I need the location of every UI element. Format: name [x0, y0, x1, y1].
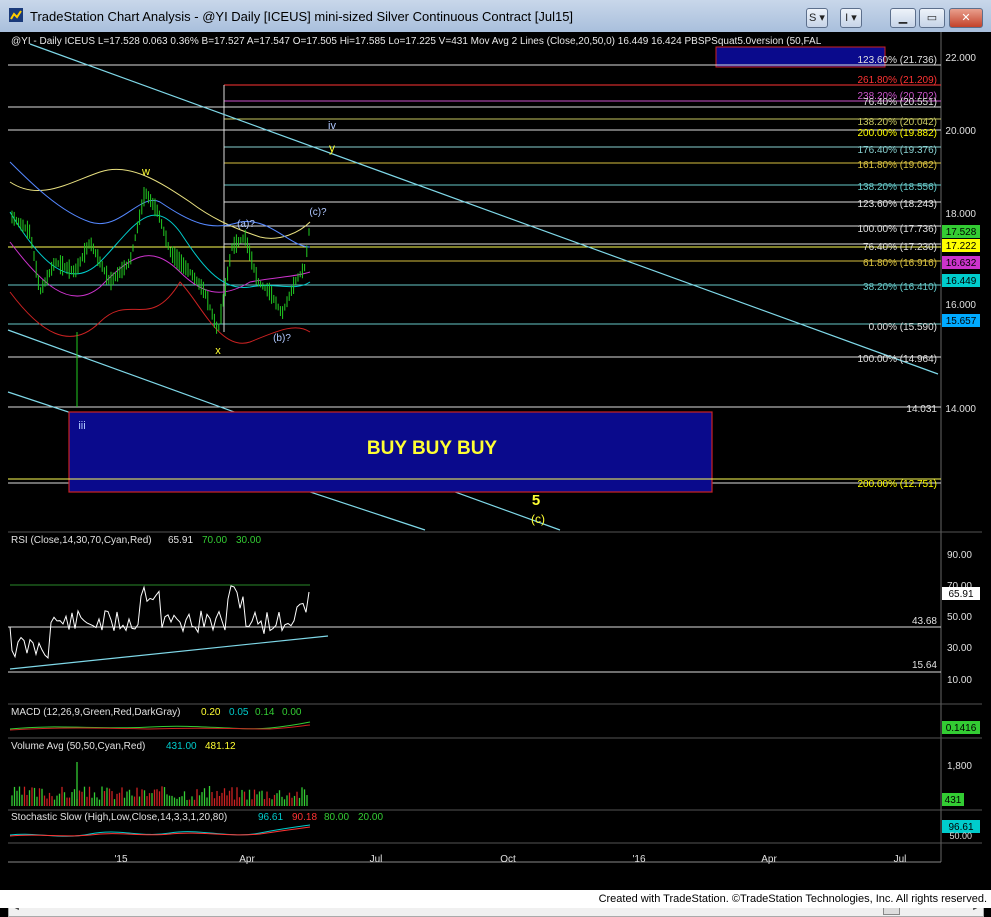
fib-label: 123.60% (21.736) [857, 55, 937, 66]
buy-zone-label: BUY BUY BUY [367, 438, 498, 459]
indicator-button-label: I [845, 12, 849, 24]
rsi-line [9, 585, 310, 659]
wave-label-b: (b)? [273, 333, 291, 344]
macd-header: MACD (12,26,9,Green,Red,DarkGray) [11, 707, 181, 718]
footer: Created with TradeStation. ©TradeStation… [0, 890, 991, 908]
stochastic-v3: 80.00 [324, 812, 349, 823]
volume-value-tag-text: 431 [945, 795, 962, 806]
fib-label: 100.00% (17.736) [857, 224, 937, 235]
maximize-button[interactable]: ▭ [919, 8, 945, 28]
fib-label: 61.80% (16.916) [863, 258, 937, 269]
minimize-button[interactable]: ▁ [890, 8, 916, 28]
stochastic-axis: 50.00 [949, 831, 972, 841]
date-axis-apr: Apr [239, 854, 255, 865]
rsi-header: RSI (Close,14,30,70,Cyan,Red) [11, 535, 152, 546]
indicator-button[interactable]: I ▾ [840, 8, 862, 28]
price-axis-14: 14.000 [945, 404, 976, 415]
volume-v1: 431.00 [166, 741, 197, 752]
fib-label: 76.40% (20.551) [863, 97, 937, 108]
date-axis-15: '15 [114, 854, 127, 865]
fib-label: 14.031 [906, 404, 937, 415]
fib-label: 200.00% (12.751) [857, 479, 937, 490]
price-tag-text: 16.632 [946, 258, 977, 269]
fib-label: 176.40% (19.376) [857, 145, 937, 156]
price-bars [11, 186, 310, 407]
rsi-axis-10: 10.00 [947, 675, 972, 686]
price-axis-18: 18.000 [945, 209, 976, 220]
chart-canvas[interactable]: @YI - Daily ICEUS L=17.528 0.063 0.36% B… [0, 32, 991, 890]
price-axis-16: 16.000 [945, 300, 976, 311]
window-titlebar: TradeStation Chart Analysis - @YI Daily … [0, 0, 991, 33]
upper-band [9, 161, 311, 248]
fib-labels: 123.60% (21.736)261.80% (21.209)238.20% … [857, 55, 937, 490]
volume-axis: 1,800 [947, 761, 972, 772]
date-axis-apr-2: Apr [761, 854, 777, 865]
window-title: TradeStation Chart Analysis - @YI Daily … [30, 9, 574, 24]
wave-label-iv: iv [328, 120, 336, 132]
volume-v2: 481.12 [205, 741, 236, 752]
strategy-button-label: S [809, 12, 817, 24]
close-button[interactable]: ✕ [949, 8, 983, 28]
fib-label: 100.00% (14.964) [857, 354, 937, 365]
chart-area[interactable]: @YI - Daily ICEUS L=17.528 0.063 0.36% B… [0, 32, 991, 917]
rsi-value: 65.91 [168, 535, 193, 546]
fib-label: 138.20% (18.556) [857, 182, 937, 193]
date-axis-16: '16 [632, 854, 645, 865]
rsi-value-tag-text: 65.91 [948, 589, 973, 600]
macd-v1: 0.20 [201, 707, 221, 718]
price-axis-22: 22.000 [945, 53, 976, 64]
strategy-button[interactable]: S ▾ [806, 8, 828, 28]
wave-label-c: (c)? [309, 207, 327, 218]
rsi-axis-50: 50.00 [947, 612, 972, 623]
rsi-lower: 30.00 [236, 535, 261, 546]
date-axis-jul-2: Jul [894, 854, 907, 865]
stochastic-v4: 20.00 [358, 812, 383, 823]
rsi-axis-30: 30.00 [947, 643, 972, 654]
price-tag-text: 16.449 [946, 276, 977, 287]
price-tag-text: 17.528 [946, 227, 977, 238]
price-tags: 17.528 17.222 16.632 16.449 15.657 [942, 225, 980, 327]
moving-average-50 [9, 168, 311, 239]
fib-label: 123.60% (18.243) [857, 199, 937, 210]
wave-label-a: (a)? [237, 219, 255, 230]
fib-label: 261.80% (21.209) [857, 75, 937, 86]
fib-label: 138.20% (20.042) [857, 117, 937, 128]
rsi-trendline [9, 635, 329, 670]
lower-band [9, 281, 311, 344]
volume-bars [11, 762, 308, 806]
moving-average-20 [9, 211, 311, 289]
footer-copyright: Created with TradeStation. ©TradeStation… [598, 893, 987, 905]
rsi-line-b-label: 15.64 [912, 660, 937, 671]
wave-label-w: w [141, 166, 150, 178]
volume-header: Volume Avg (50,50,Cyan,Red) [11, 741, 145, 752]
rsi-upper: 70.00 [202, 535, 227, 546]
fib-label: 200.00% (19.882) [857, 128, 937, 139]
fib-label: 161.80% (19.062) [857, 160, 937, 171]
stochastic-d-line [9, 826, 311, 837]
wave-label-iii: iii [78, 420, 85, 432]
wave-label-y: y [329, 141, 335, 155]
macd-v4: 0.00 [282, 707, 302, 718]
price-axis-20: 20.000 [945, 126, 976, 137]
rsi-line-a-label: 43.68 [912, 616, 937, 627]
stochastic-v1: 96.61 [258, 812, 283, 823]
price-tag-text: 15.657 [946, 316, 977, 327]
date-axis-oct: Oct [500, 854, 516, 865]
date-axis-jul: Jul [370, 854, 383, 865]
wave-label-x: x [215, 345, 221, 357]
macd-value-tag-text: 0.1416 [946, 723, 977, 734]
tradestation-app-icon [9, 8, 23, 22]
wave-label-c-main: (c) [531, 512, 545, 526]
price-tag-text: 17.222 [946, 241, 977, 252]
macd-v3: 0.14 [255, 707, 275, 718]
price-header: @YI - Daily ICEUS L=17.528 0.063 0.36% B… [11, 36, 822, 47]
stochastic-header: Stochastic Slow (High,Low,Close,14,3,3,1… [11, 812, 227, 823]
wave-label-5: 5 [532, 492, 540, 509]
stochastic-v2: 90.18 [292, 812, 317, 823]
fib-label: 76.40% (17.230) [863, 242, 937, 253]
fib-label: 38.20% (16.410) [863, 282, 937, 293]
fib-label: 0.00% (15.590) [869, 322, 937, 333]
rsi-axis-90: 90.00 [947, 550, 972, 561]
macd-v2: 0.05 [229, 707, 249, 718]
